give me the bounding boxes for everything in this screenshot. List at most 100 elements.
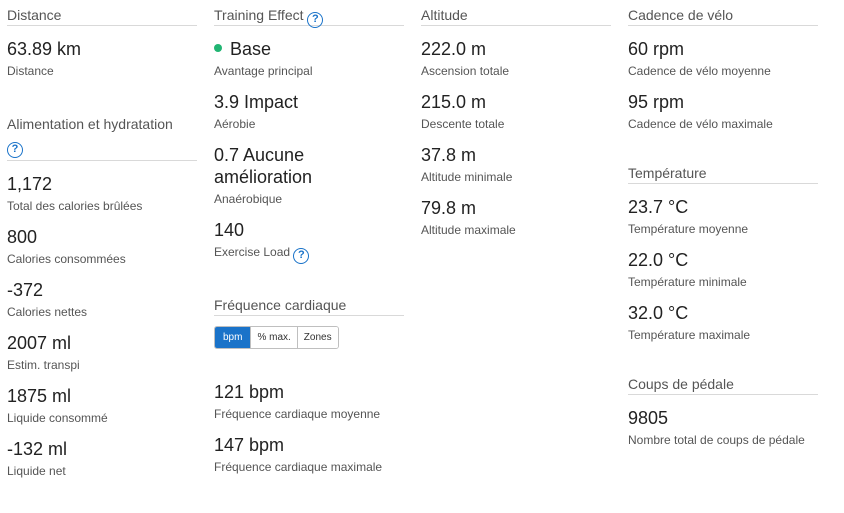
stat-label: Cadence de vélo maximale	[628, 117, 773, 131]
stat-value: 2007 ml	[7, 333, 72, 353]
stat-label: Anaérobique	[214, 192, 283, 206]
stat-temp-min: 22.0 °C Température minimale	[628, 249, 818, 290]
stat-value-line2: amélioration	[214, 167, 313, 187]
distance-section: Distance 63.89 km Distance	[7, 0, 197, 79]
stat-exercise-load: 140 Exercise Load ?	[214, 219, 404, 264]
stat-value: 37.8 m	[421, 145, 477, 165]
stat-fluid-consumed: 1875 ml Liquide consommé	[7, 385, 197, 426]
column-3: Altitude 222.0 m Ascension totale 215.0 …	[421, 0, 611, 238]
stat-label: Estim. transpi	[7, 358, 80, 372]
stat-value: 1,172	[7, 174, 53, 194]
stat-fluid-net: -132 ml Liquide net	[7, 438, 197, 479]
stat-label: Température maximale	[628, 328, 751, 342]
heart-rate-section: Fréquence cardiaque bpm % max. Zones 121…	[214, 290, 404, 475]
stat-label: Nombre total de coups de pédale	[628, 433, 805, 447]
section-title-training-effect: Training Effect ?	[214, 0, 404, 28]
toggle-percent-max[interactable]: % max.	[250, 327, 297, 348]
stat-value: 222.0 m	[421, 39, 487, 59]
stat-label: Avantage principal	[214, 64, 313, 78]
toggle-zones[interactable]: Zones	[296, 327, 338, 348]
stat-distance: 63.89 km Distance	[7, 38, 197, 79]
stat-value: 32.0 °C	[628, 303, 689, 323]
nutrition-title-text: Alimentation et hydratation	[7, 116, 173, 132]
stat-hr-max: 147 bpm Fréquence cardiaque maximale	[214, 434, 404, 475]
stat-label: Fréquence cardiaque moyenne	[214, 407, 381, 421]
stat-ascent: 222.0 m Ascension totale	[421, 38, 611, 79]
stat-primary-benefit: Base Avantage principal	[214, 38, 404, 79]
stat-value: 95 rpm	[628, 92, 685, 112]
stat-label: Total des calories brûlées	[7, 199, 143, 213]
stat-value: 1875 ml	[7, 386, 72, 406]
stat-hr-avg: 121 bpm Fréquence cardiaque moyenne	[214, 381, 404, 422]
stat-label: Température minimale	[628, 275, 747, 289]
stat-descent: 215.0 m Descente totale	[421, 91, 611, 132]
help-icon[interactable]: ?	[7, 142, 23, 158]
stat-label: Cadence de vélo moyenne	[628, 64, 771, 78]
stat-label: Ascension totale	[421, 64, 510, 78]
stat-calories-total: 1,172 Total des calories brûlées	[7, 173, 197, 214]
section-title-temperature: Température	[628, 158, 818, 184]
cadence-section: Cadence de vélo 60 rpm Cadence de vélo m…	[628, 0, 818, 132]
altitude-section: Altitude 222.0 m Ascension totale 215.0 …	[421, 0, 611, 238]
stat-value: -132 ml	[7, 439, 68, 459]
stat-label: Aérobie	[214, 117, 256, 131]
stat-aerobic: 3.9 Impact Aérobie	[214, 91, 404, 132]
stat-value: Base	[230, 39, 272, 59]
stat-label: Calories consommées	[7, 252, 126, 266]
section-title-pedal-strokes: Coups de pédale	[628, 369, 818, 395]
section-title-cadence: Cadence de vélo	[628, 0, 818, 26]
column-1: Distance 63.89 km Distance Alimentation …	[7, 0, 197, 479]
stat-value: 121 bpm	[214, 382, 285, 402]
help-icon[interactable]: ?	[293, 248, 310, 264]
stat-label: Fréquence cardiaque maximale	[214, 460, 383, 474]
stat-value: 9805	[628, 408, 669, 428]
pedal-strokes-section: Coups de pédale 9805 Nombre total de cou…	[628, 369, 818, 448]
stat-label: Exercise Load	[214, 245, 291, 259]
stat-label: Liquide net	[7, 464, 66, 478]
stat-label: Distance	[7, 64, 54, 78]
training-effect-section: Training Effect ? Base Avantage principa…	[214, 0, 404, 264]
stat-label: Altitude minimale	[421, 170, 513, 184]
stat-value-line1: 0.7 Aucune	[214, 145, 305, 165]
column-2: Training Effect ? Base Avantage principa…	[214, 0, 404, 475]
stat-value: 63.89 km	[7, 39, 82, 59]
column-4: Cadence de vélo 60 rpm Cadence de vélo m…	[628, 0, 818, 448]
stat-value: 60 rpm	[628, 39, 685, 59]
stat-temp-avg: 23.7 °C Température moyenne	[628, 196, 818, 237]
status-dot-icon	[214, 44, 222, 52]
stat-value: -372	[7, 280, 44, 300]
section-title-nutrition: Alimentation et hydratation ?	[7, 109, 197, 161]
training-title-text: Training Effect	[214, 7, 304, 23]
stat-max-altitude: 79.8 m Altitude maximale	[421, 197, 611, 238]
stat-label: Température moyenne	[628, 222, 749, 236]
temperature-section: Température 23.7 °C Température moyenne …	[628, 158, 818, 343]
section-title-distance: Distance	[7, 0, 197, 26]
stat-calories-consumed: 800 Calories consommées	[7, 226, 197, 267]
unit-toggle: bpm % max. Zones	[214, 326, 339, 349]
section-title-heart-rate: Fréquence cardiaque	[214, 290, 404, 316]
stat-label: Liquide consommé	[7, 411, 108, 425]
stat-value: 140	[214, 220, 245, 240]
stat-value: 23.7 °C	[628, 197, 689, 217]
stat-label: Altitude maximale	[421, 223, 516, 237]
stat-temp-max: 32.0 °C Température maximale	[628, 302, 818, 343]
help-icon[interactable]: ?	[307, 12, 324, 28]
toggle-bpm[interactable]: bpm	[215, 327, 251, 348]
stat-calories-net: -372 Calories nettes	[7, 279, 197, 320]
stat-value: 800	[7, 227, 38, 247]
stat-value: 147 bpm	[214, 435, 285, 455]
stat-pedal-total: 9805 Nombre total de coups de pédale	[628, 407, 818, 448]
stat-label: Descente totale	[421, 117, 505, 131]
stat-value: 3.9 Impact	[214, 92, 299, 112]
stat-sweat-estimate: 2007 ml Estim. transpi	[7, 332, 197, 373]
stat-min-altitude: 37.8 m Altitude minimale	[421, 144, 611, 185]
stat-label: Calories nettes	[7, 305, 88, 319]
stat-cadence-max: 95 rpm Cadence de vélo maximale	[628, 91, 818, 132]
section-title-altitude: Altitude	[421, 0, 611, 26]
stat-value: 79.8 m	[421, 198, 477, 218]
nutrition-section: Alimentation et hydratation ? 1,172 Tota…	[7, 109, 197, 479]
stat-cadence-avg: 60 rpm Cadence de vélo moyenne	[628, 38, 818, 79]
stat-value: 22.0 °C	[628, 250, 689, 270]
stat-anaerobic: 0.7 Aucune amélioration Anaérobique	[214, 144, 404, 207]
stat-value: 215.0 m	[421, 92, 487, 112]
